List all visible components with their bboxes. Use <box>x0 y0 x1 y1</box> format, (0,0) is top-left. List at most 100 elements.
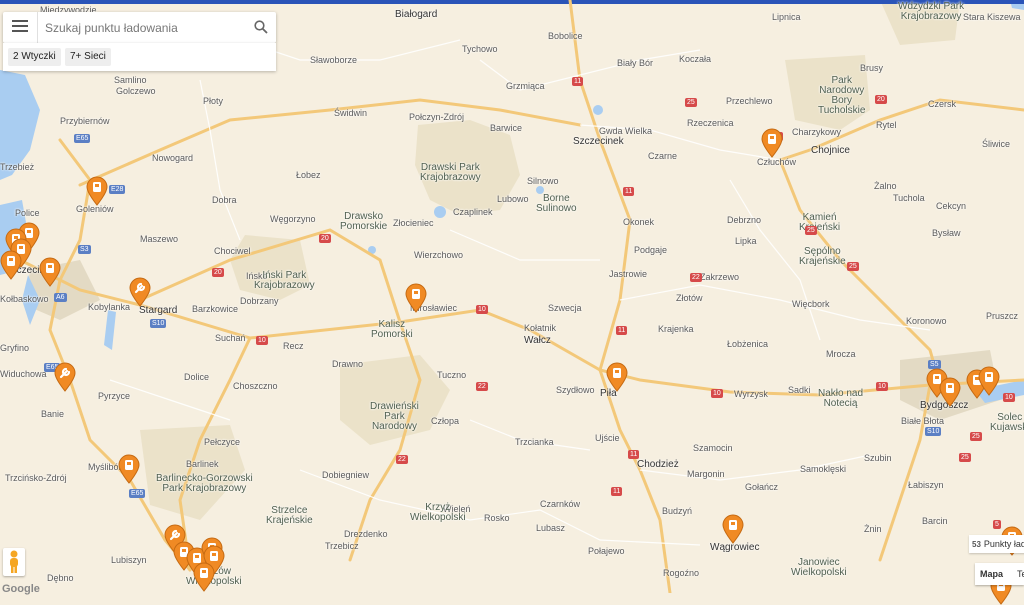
place-label: Połajewo <box>588 546 625 556</box>
place-label: Czersk <box>928 99 957 109</box>
road-shield: 20 <box>319 234 331 243</box>
place-label: Człopa <box>431 416 460 426</box>
place-label: Krzyż Wielkopolski <box>410 502 466 523</box>
place-label: Człuchów <box>757 157 797 167</box>
place-label: Gryfino <box>0 343 30 353</box>
road-shield: E65 <box>129 489 146 498</box>
place-label: Ujście <box>595 433 620 443</box>
road-shield: 11 <box>611 487 623 496</box>
place-label: Biały Bór <box>617 58 654 68</box>
place-label: Kołatnik <box>524 323 557 333</box>
place-label: Rosko <box>484 513 510 523</box>
place-label: Solec Kujawski <box>990 412 1024 433</box>
place-label: Szubin <box>864 453 892 463</box>
place-label: Rytel <box>876 120 897 130</box>
place-label: Lipka <box>735 236 757 246</box>
place-label: Trzcianka <box>515 437 554 447</box>
charging-station-pin[interactable] <box>761 128 783 158</box>
place-label: Przechlewo <box>726 96 773 106</box>
place-label: Białe Błota <box>901 416 945 426</box>
place-label: Pyrzyce <box>98 391 131 401</box>
road-shield: 5 <box>993 520 1001 529</box>
place-label: Śliwice <box>982 139 1011 149</box>
legend-count: 53 <box>972 540 981 549</box>
place-label: Maszewo <box>140 234 179 244</box>
place-label: Debrzno <box>727 215 762 225</box>
place-label: Zakrzewo <box>700 272 740 282</box>
place-label: Płoty <box>203 96 224 106</box>
place-label: Park Narodowy Bory Tucholskie <box>818 75 866 116</box>
place-label: Drawno <box>332 359 364 369</box>
networks-filter-button[interactable]: 7+ Sieci <box>65 48 111 66</box>
place-label: Krajenka <box>658 324 694 334</box>
place-label: Trzebież <box>0 162 35 172</box>
plugs-filter-button[interactable]: 2 Wtyczki <box>8 48 61 66</box>
road-shield: 11 <box>628 450 640 459</box>
charging-station-pin[interactable] <box>0 250 22 280</box>
place-label: Dobiegniew <box>322 470 370 480</box>
place-label: Drawsko Pomorskie <box>340 211 388 232</box>
road-shield: 25 <box>805 226 817 235</box>
place-label: Żalno <box>874 181 897 191</box>
place-label: Wierzchowo <box>414 250 464 260</box>
place-label: Borne Sulinowo <box>536 193 577 214</box>
place-label: Grzmiąca <box>506 81 545 91</box>
place-label: Stara Kiszewa <box>963 12 1021 22</box>
place-label: Cekcyn <box>936 201 967 211</box>
place-label: Suchań <box>215 333 246 343</box>
place-label: Samlino <box>114 75 147 85</box>
place-label: Łobżenica <box>727 339 769 349</box>
charging-station-pin[interactable] <box>722 514 744 544</box>
place-label: Police <box>15 208 40 218</box>
place-label: Tuczno <box>437 370 467 380</box>
place-label: Chociwel <box>214 246 251 256</box>
place-label: Kołbaskowo <box>0 294 49 304</box>
charging-station-pin[interactable] <box>39 257 61 287</box>
charging-station-pin[interactable] <box>939 377 961 407</box>
place-label: Złotów <box>676 293 703 303</box>
charging-station-pin[interactable] <box>405 283 427 313</box>
place-label: Lipnica <box>772 12 801 22</box>
charging-station-pin[interactable] <box>118 454 140 484</box>
place-label: Nowogard <box>152 153 194 163</box>
service-pin[interactable] <box>129 277 151 307</box>
menu-button[interactable] <box>3 12 38 43</box>
place-label: Dolice <box>184 372 210 382</box>
place-label: Gwda Wielka <box>599 126 653 136</box>
place-label: Wdzydzki Park Krajobrazowy <box>898 1 965 22</box>
place-label: Łabiszyn <box>908 480 944 490</box>
place-label: Budzyń <box>662 506 693 516</box>
road-shield: 20 <box>212 268 224 277</box>
map-type-map-button[interactable]: Mapa <box>975 563 1008 585</box>
search-input[interactable] <box>43 18 247 38</box>
road-shield: 10 <box>1003 393 1015 402</box>
place-label: Barcin <box>922 516 948 526</box>
search-bar <box>3 12 276 43</box>
place-label: Trzebicz <box>325 541 359 551</box>
charging-station-pin[interactable] <box>86 176 108 206</box>
place-label: Pełczyce <box>204 437 241 447</box>
charging-station-pin[interactable] <box>193 562 215 592</box>
service-pin[interactable] <box>54 362 76 392</box>
map-type-control: Mapa Te <box>975 563 1024 585</box>
place-label: Koronowo <box>906 316 947 326</box>
place-label: Koczała <box>679 54 712 64</box>
street-view-button[interactable] <box>3 548 25 576</box>
legend-label: Punkty ład <box>983 539 1024 549</box>
place-label: Gołańcz <box>745 482 779 492</box>
place-label: Dobra <box>212 195 237 205</box>
google-logo: Google <box>2 583 40 595</box>
place-label: Janowiec Wielkopolski <box>791 557 847 578</box>
place-label: Barwice <box>490 123 523 133</box>
place-label: Drawieński Park Narodowy <box>370 401 419 432</box>
place-label: Żnin <box>864 524 882 534</box>
road-shield: S3 <box>78 245 91 254</box>
map-type-terrain-button[interactable]: Te <box>1012 563 1024 585</box>
search-icon[interactable] <box>254 20 268 39</box>
place-label: Jastrowie <box>609 269 648 279</box>
filter-bar: 2 Wtyczki 7+ Sieci <box>3 43 276 71</box>
road-shield: A6 <box>54 293 67 302</box>
charging-station-pin[interactable] <box>606 362 628 392</box>
place-label: Podgaje <box>634 245 668 255</box>
charging-station-pin[interactable] <box>978 366 1000 396</box>
